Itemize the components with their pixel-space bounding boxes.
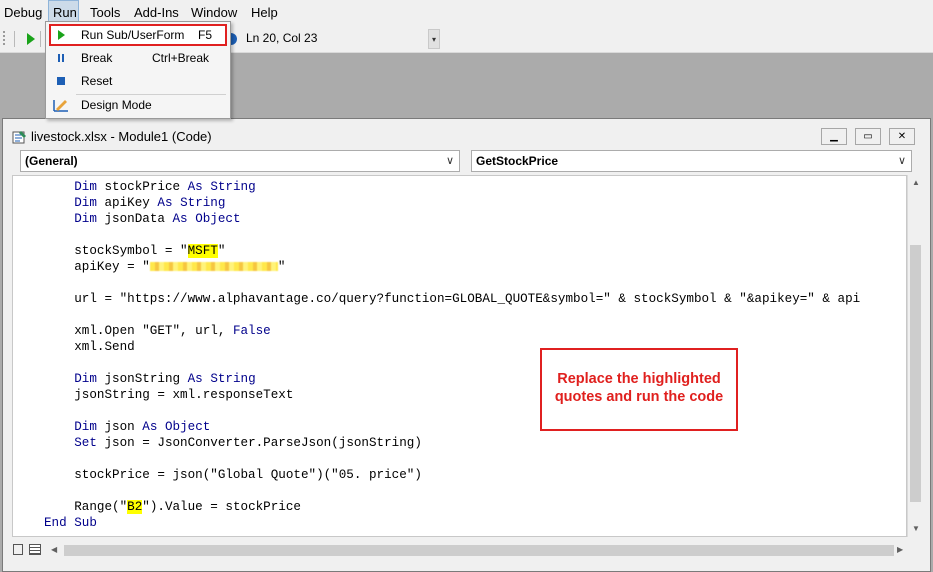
menu-debug[interactable]: Debug bbox=[0, 0, 46, 24]
toolbar-separator bbox=[14, 31, 15, 47]
horizontal-scrollbar[interactable]: ◀ ▶ bbox=[12, 541, 923, 559]
procedure-combo[interactable]: GetStockPrice ∨ bbox=[471, 150, 912, 172]
toolbar-overflow-chevron-icon[interactable]: ▾ bbox=[428, 29, 440, 49]
callout-line-1: Replace the highlighted bbox=[557, 371, 721, 387]
code-line: url = "https://www.alphavantage.co/query… bbox=[44, 292, 861, 306]
procedure-view-icon[interactable] bbox=[13, 544, 23, 555]
module-icon bbox=[12, 131, 26, 144]
run-play-icon[interactable] bbox=[26, 33, 36, 45]
code-line: Dim jsonData As Object bbox=[74, 212, 241, 226]
redacted-api-key bbox=[149, 262, 278, 272]
procedure-combo-value: GetStockPrice bbox=[476, 154, 559, 168]
scroll-right-icon[interactable]: ▶ bbox=[897, 545, 903, 554]
toolbar-grip-icon bbox=[3, 31, 9, 45]
scroll-down-icon[interactable]: ▼ bbox=[912, 524, 920, 533]
menu-item-design-mode[interactable]: Design Mode bbox=[48, 94, 228, 116]
menu-item-run-sub[interactable]: Run Sub/UserForm F5 bbox=[48, 24, 228, 46]
chevron-down-icon: ∨ bbox=[445, 155, 454, 167]
code-line: stockSymbol = "MSFT" bbox=[44, 244, 226, 258]
maximize-button[interactable]: ▭ bbox=[855, 128, 881, 145]
play-icon bbox=[58, 30, 65, 40]
code-line: End Sub bbox=[44, 516, 97, 530]
minimize-button[interactable]: ▁ bbox=[821, 128, 847, 145]
run-menu-dropdown: Run Sub/UserForm F5 Break Ctrl+Break Res… bbox=[45, 21, 231, 119]
vertical-scroll-thumb[interactable] bbox=[910, 245, 921, 502]
code-line: Dim apiKey As String bbox=[74, 196, 226, 210]
cursor-position-readout: Ln 20, Col 23 bbox=[246, 31, 318, 45]
menu-help[interactable]: Help bbox=[247, 0, 282, 24]
menu-item-reset[interactable]: Reset bbox=[48, 70, 228, 92]
callout-line-2: quotes and run the code bbox=[554, 389, 724, 405]
object-combo[interactable]: (General) ∨ bbox=[20, 150, 460, 172]
menu-item-break[interactable]: Break Ctrl+Break bbox=[48, 47, 228, 69]
vertical-scrollbar[interactable]: ▲ ▼ bbox=[907, 175, 923, 537]
code-line: stockPrice = json("Global Quote")("05. p… bbox=[44, 468, 422, 482]
full-module-view-icon[interactable] bbox=[29, 544, 41, 555]
code-line: xml.Open "GET", url, False bbox=[44, 324, 271, 338]
code-editor[interactable]: Dim stockPrice As String Dim apiKey As S… bbox=[12, 175, 907, 537]
horizontal-scroll-thumb[interactable] bbox=[64, 545, 894, 556]
code-line: apiKey = " " bbox=[44, 260, 286, 274]
design-mode-icon bbox=[53, 100, 68, 112]
pause-icon bbox=[58, 54, 64, 62]
close-button[interactable]: ✕ bbox=[889, 128, 915, 145]
scroll-up-icon[interactable]: ▲ bbox=[912, 178, 920, 187]
object-combo-value: (General) bbox=[25, 154, 78, 168]
stop-icon bbox=[57, 77, 65, 85]
code-line: Set json = JsonConverter.ParseJson(jsonS… bbox=[74, 436, 422, 450]
code-line: Dim stockPrice As String bbox=[74, 180, 256, 194]
code-line: Range("B2").Value = stockPrice bbox=[44, 500, 301, 514]
window-title: livestock.xlsx - Module1 (Code) bbox=[31, 129, 212, 144]
chevron-down-icon: ∨ bbox=[897, 155, 906, 167]
code-window: livestock.xlsx - Module1 (Code) ▁ ▭ ✕ (G… bbox=[2, 118, 931, 572]
instruction-callout: Replace the highlighted quotes and run t… bbox=[540, 348, 738, 431]
toolbar-separator bbox=[40, 31, 41, 47]
scroll-left-icon[interactable]: ◀ bbox=[51, 545, 57, 554]
